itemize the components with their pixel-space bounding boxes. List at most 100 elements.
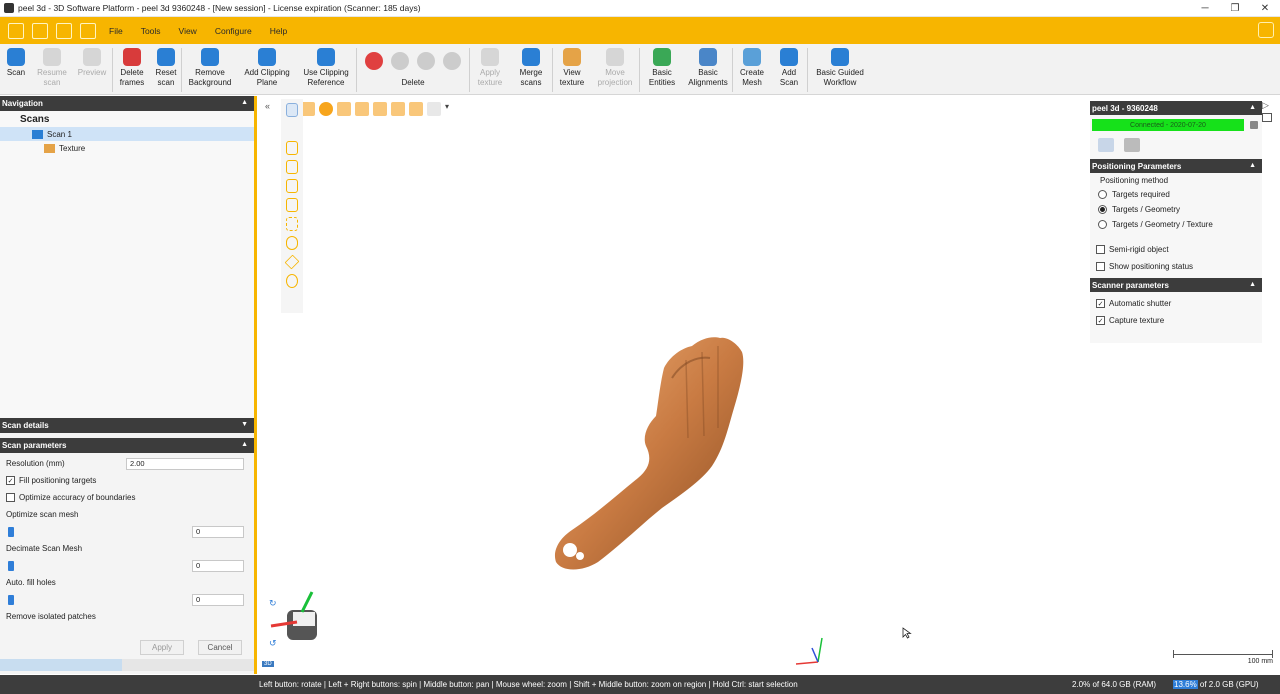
basic-alignments-button[interactable]: Basic Alignments xyxy=(684,44,732,95)
export-icon[interactable] xyxy=(80,22,96,39)
add-scan-button[interactable]: Add Scan xyxy=(771,44,807,95)
collapse-icon[interactable]: ▲ xyxy=(1249,104,1256,111)
lasso-delete-icon[interactable] xyxy=(391,52,409,70)
shrink-icon[interactable] xyxy=(355,102,369,116)
open-folder-icon[interactable] xyxy=(56,22,72,39)
create-mesh-button[interactable]: Create Mesh xyxy=(733,44,771,95)
move-projection-button[interactable]: Move projection xyxy=(591,44,639,95)
target-icon[interactable] xyxy=(1098,138,1114,152)
optimize-mesh-input[interactable]: 0 xyxy=(192,525,244,538)
delete-frames-button[interactable]: Delete frames xyxy=(113,44,151,95)
optimize-boundaries-checkbox[interactable] xyxy=(6,493,15,502)
tree-root-scans[interactable]: Scans xyxy=(0,111,254,127)
reset-scan-button[interactable]: Reset scan xyxy=(151,44,181,95)
slider-handle[interactable] xyxy=(8,594,14,605)
speaker-icon[interactable] xyxy=(1250,121,1258,129)
tree-item-texture[interactable]: Texture xyxy=(0,141,254,155)
round-rect-4-icon[interactable] xyxy=(286,198,298,212)
lasso-icon[interactable] xyxy=(286,217,298,231)
apply-button[interactable]: Apply xyxy=(140,639,184,655)
menu-configure[interactable]: Configure xyxy=(210,26,257,36)
close-button[interactable]: ✕ xyxy=(1250,0,1280,17)
tree-item-scan-1[interactable]: Scan 1 xyxy=(0,127,254,141)
radio-targets-required[interactable]: Targets required xyxy=(1090,187,1262,202)
radio-targets-geometry[interactable]: Targets / Geometry xyxy=(1090,202,1262,217)
chevron-down-icon[interactable]: ▼ xyxy=(241,421,248,428)
round-rect-icon[interactable] xyxy=(286,141,298,155)
fit-select-icon[interactable] xyxy=(409,102,423,116)
navigation-header[interactable]: Navigation ▲ xyxy=(0,96,254,111)
positioning-header[interactable]: Positioning Parameters ▲ xyxy=(1090,159,1262,173)
restore-button[interactable]: ❐ xyxy=(1220,0,1250,17)
decimate-slider[interactable] xyxy=(8,560,158,571)
tab-list[interactable] xyxy=(122,659,254,671)
fill-targets-checkbox[interactable]: ✓ xyxy=(6,476,15,485)
capture-texture-checkbox[interactable]: ✓ xyxy=(1096,316,1105,325)
menu-file[interactable]: File xyxy=(104,26,128,36)
brush-delete-icon[interactable] xyxy=(417,52,435,70)
collapse-left-icon[interactable]: « xyxy=(265,101,270,111)
radio-button[interactable] xyxy=(1098,190,1107,199)
pointer-icon[interactable] xyxy=(286,103,298,117)
collapse-icon[interactable]: ▲ xyxy=(1249,162,1256,169)
save-icon[interactable] xyxy=(32,22,48,39)
step-icon[interactable] xyxy=(391,102,405,116)
collapse-icon[interactable]: ▲ xyxy=(1249,281,1256,288)
scan-details-header[interactable]: Scan details ▼ xyxy=(0,418,254,433)
radio-button[interactable] xyxy=(1098,220,1107,229)
merge-scans-button[interactable]: Merge scans xyxy=(510,44,552,95)
scan-parameters-header[interactable]: Scan parameters ▲ xyxy=(0,438,254,453)
grid-select-icon[interactable] xyxy=(427,102,441,116)
triangle-icon[interactable] xyxy=(284,254,300,270)
basic-guided-workflow-button[interactable]: Basic Guided Workflow xyxy=(808,44,872,95)
expand-right-icon[interactable]: ▷ xyxy=(1262,100,1274,111)
tab-navigation[interactable] xyxy=(0,659,122,671)
remove-background-button[interactable]: Remove Background xyxy=(182,44,238,95)
scanner-parameters-header[interactable]: Scanner parameters ▲ xyxy=(1090,278,1262,292)
chevron-down-icon[interactable]: ▾ xyxy=(445,102,453,116)
round-rect-3-icon[interactable] xyxy=(286,179,298,193)
auto-fill-slider[interactable] xyxy=(8,594,158,605)
new-file-icon[interactable] xyxy=(8,22,24,39)
collapse-icon[interactable]: ▲ xyxy=(241,441,248,448)
round-rect-2-icon[interactable] xyxy=(286,160,298,174)
cancel-button[interactable]: Cancel xyxy=(198,639,242,655)
auto-fill-input[interactable]: 0 xyxy=(192,593,244,606)
apply-texture-button[interactable]: Apply texture xyxy=(470,44,510,95)
scanner-icon[interactable] xyxy=(1124,138,1140,152)
region-delete-icon[interactable] xyxy=(443,52,461,70)
circle-icon[interactable] xyxy=(286,274,298,288)
sphere-select-icon[interactable] xyxy=(319,102,333,116)
preview-button[interactable]: Preview xyxy=(72,44,112,95)
decimate-input[interactable]: 0 xyxy=(192,559,244,572)
expand-icon[interactable] xyxy=(373,102,387,116)
use-clipping-reference-button[interactable]: Use Clipping Reference xyxy=(296,44,356,95)
add-clipping-plane-button[interactable]: Add Clipping Plane xyxy=(238,44,296,95)
curve-icon[interactable] xyxy=(286,122,298,136)
menu-view[interactable]: View xyxy=(174,26,202,36)
minimize-button[interactable]: ─ xyxy=(1190,0,1220,17)
collapse-icon[interactable]: ▲ xyxy=(241,99,248,106)
semi-rigid-checkbox[interactable] xyxy=(1096,245,1105,254)
basic-entities-button[interactable]: Basic Entities xyxy=(640,44,684,95)
move-icon[interactable] xyxy=(337,102,351,116)
delete-selection-icon[interactable] xyxy=(365,52,383,70)
scan-button[interactable]: Scan xyxy=(0,44,32,95)
menu-tools[interactable]: Tools xyxy=(136,26,166,36)
orientation-gizmo[interactable]: ↻ ↺ xyxy=(267,590,327,650)
dock-window-icon[interactable] xyxy=(1262,113,1272,122)
optimize-mesh-slider[interactable] xyxy=(8,526,158,537)
resume-scan-button[interactable]: Resume scan xyxy=(32,44,72,95)
help-chat-icon[interactable] xyxy=(1258,22,1274,38)
slider-handle[interactable] xyxy=(8,526,14,537)
slider-handle[interactable] xyxy=(8,560,14,571)
show-status-checkbox[interactable] xyxy=(1096,262,1105,271)
radio-button[interactable] xyxy=(1098,205,1107,214)
radio-targets-geometry-texture[interactable]: Targets / Geometry / Texture xyxy=(1090,217,1262,232)
device-header[interactable]: peel 3d - 9360248 ▲ xyxy=(1090,101,1262,115)
auto-shutter-checkbox[interactable]: ✓ xyxy=(1096,299,1105,308)
ellipse-icon[interactable] xyxy=(286,236,298,250)
view-texture-button[interactable]: View texture xyxy=(553,44,591,95)
plane-select-icon[interactable] xyxy=(301,102,315,116)
menu-help[interactable]: Help xyxy=(265,26,292,36)
